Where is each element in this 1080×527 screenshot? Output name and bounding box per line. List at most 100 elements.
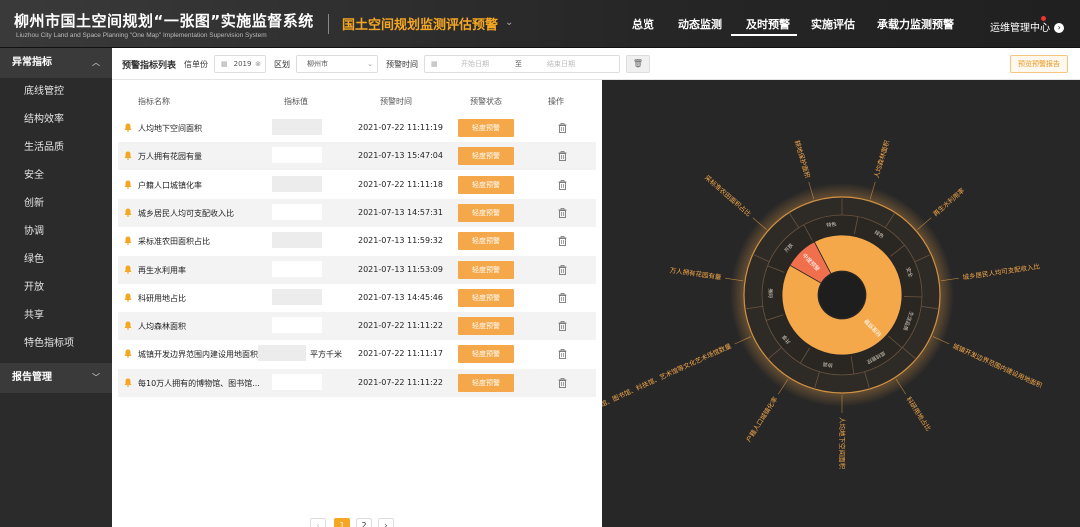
table-row[interactable]: 人均森林面积 2021-07-22 11:11:22 轻度预警 [118,312,596,341]
date-range-picker[interactable]: ▦ 开始日期 至 结束日期 [424,55,620,73]
sidebar-item[interactable]: 开放 [0,274,112,302]
delete-icon[interactable]: 🗑 [626,55,650,73]
warning-status-badge[interactable]: 轻度预警 [458,203,514,222]
indicator-value [272,175,322,192]
warning-status-badge[interactable]: 轻度预警 [458,317,514,336]
middle-label: 创新 [767,288,774,298]
indicator-value [272,373,322,390]
trash-icon[interactable] [558,236,567,247]
table-row[interactable]: 人均地下空间面积 2021-07-22 11:11:19 轻度预警 [118,114,596,142]
warning-status-badge[interactable]: 轻度预警 [458,175,514,194]
sidebar-item[interactable]: 创新 [0,190,112,218]
indicator-value [272,203,322,220]
trash-icon[interactable] [558,179,567,190]
nav-overview[interactable]: 总览 [632,16,654,32]
next-page-button[interactable]: › [378,518,394,527]
sidebar-item[interactable]: 生活品质 [0,134,112,162]
district-select[interactable]: 柳州市 ⌄ [296,55,378,73]
trash-icon[interactable] [558,123,567,133]
year-label: 信单份 [184,60,208,69]
arrow-right-icon: › [1054,23,1065,33]
bell-icon [124,208,132,217]
system-subtitle: Liuzhou City Land and Space Planning "On… [16,32,267,39]
sidebar-item[interactable]: 安全 [0,162,112,190]
warning-status-badge[interactable]: 轻度预警 [458,260,514,279]
sidebar-item[interactable]: 绿色 [0,246,112,274]
warning-time: 2021-07-22 11:11:19 [358,123,443,132]
warning-time: 2021-07-22 11:11:17 [358,349,443,359]
user-menu[interactable]: 运维管理中心 › [990,19,1065,34]
warning-time: 2021-07-13 11:53:09 [358,264,443,274]
sidebar: 异常指标 ︿ 底线管控 结构效率 生活品质 安全 创新 协调 绿色 开放 共享 … [0,48,112,527]
trash-icon[interactable] [558,292,567,303]
warning-status-badge[interactable]: 轻度预警 [458,119,514,137]
col-action: 操作 [548,97,564,106]
nav-timely-warning[interactable]: 及时预警 [746,16,790,32]
warning-time: 2021-07-13 11:59:32 [358,236,443,246]
bell-icon [124,321,132,330]
prev-page-button[interactable]: ‹ [310,518,326,527]
table-row[interactable]: 科研用地占比 2021-07-13 14:45:46 轻度预警 [118,284,596,312]
indicator-name: 人均森林面积 [138,322,186,332]
trash-icon[interactable] [558,321,567,332]
col-time: 预警时间 [380,97,412,106]
middle-label: 特色 [826,221,837,229]
clear-icon: ⊗ [255,60,261,68]
trash-icon[interactable] [558,207,567,218]
app-root: 柳州市国土空间规划“一张图”实施监督系统 Liuzhou City Land a… [0,0,1080,527]
outer-label: 再生水利用率 [931,185,967,218]
warning-status-badge[interactable]: 轻度预警 [458,345,514,364]
warning-time: 2021-07-22 11:11:22 [358,321,443,331]
table-row[interactable]: 再生水利用率 2021-07-13 11:53:09 轻度预警 [118,255,596,284]
chevron-down-icon: ⌄ [367,60,373,68]
outer-label: 采标准农田面积占比 [703,173,753,218]
bell-icon [124,293,132,302]
sidebar-item[interactable]: 协调 [0,218,112,246]
sidebar-group-report[interactable]: 报告管理 ﹀ [0,363,112,393]
sidebar-group-abnormal[interactable]: 异常指标 ︿ [0,48,112,78]
indicator-name: 城乡居民人均可支配收入比 [138,208,234,218]
warning-list-panel: 指标名称 指标值 预警时间 预警状态 操作 人均地下空间面积 2021-07-22… [112,80,602,527]
table-row[interactable]: 采标准农田面积占比 2021-07-13 11:59:32 轻度预警 [118,227,596,255]
indicator-name: 人均地下空间面积 [138,124,202,133]
table-row[interactable]: 每10万人拥有的博物馆、图书馆... 2021-07-22 11:11:22 轻度预… [118,368,596,397]
calendar-icon: ▦ [431,60,438,68]
table-row[interactable]: 城镇开发边界范围内建设用地面积 平方千米 2021-07-22 11:11:17 轻度… [118,340,596,368]
warning-sunburst-chart: 绿色 安全 生活品质 底线管控 协调 共享 创新 开放 特色 轻度预警 中度预警 人均森林面积 再生水利… [602,80,1080,527]
user-name: 运维管理中心 [990,23,1050,34]
indicator-name: 采标准农田面积占比 [138,237,210,247]
year-select[interactable]: ▦ 2019 ⊗ [214,55,266,73]
trash-icon[interactable] [558,349,567,360]
sidebar-item[interactable]: 结构效率 [0,106,112,134]
warning-time: 2021-07-13 14:45:46 [358,292,443,302]
warning-status-badge[interactable]: 轻度预警 [458,373,514,392]
page-2-button[interactable]: 2 [356,518,372,527]
sidebar-item[interactable]: 共享 [0,302,112,330]
nav-implementation-eval[interactable]: 实施评估 [811,16,855,32]
warning-status-badge[interactable]: 轻度预警 [458,288,514,307]
page-1-button[interactable]: 1 [334,518,350,527]
nav-dynamic-monitor[interactable]: 动态监测 [678,16,722,32]
col-value: 指标值 [284,97,308,106]
bell-icon [124,236,132,246]
warning-status-badge[interactable]: 轻度预警 [458,147,514,166]
outer-label: 科研用地占比 [905,395,934,433]
table-row[interactable]: 户籍人口城镇化率 2021-07-22 11:11:18 轻度预警 [118,171,596,199]
trash-icon[interactable] [558,264,567,275]
generate-report-button[interactable]: 预览预警报告 [1010,55,1068,73]
trash-icon[interactable] [558,151,567,162]
outer-label: 城镇开发边界范围内建设用地面积 [951,341,1044,390]
end-date-input[interactable]: 结束日期 [547,56,575,72]
nav-capacity-warning[interactable]: 承载力监测预警 [877,16,954,32]
trash-icon[interactable] [558,377,567,388]
table-row[interactable]: 城乡居民人均可支配收入比 2021-07-13 14:57:31 轻度预警 [118,198,596,227]
warning-status-badge[interactable]: 轻度预警 [458,232,514,251]
indicator-value [272,119,322,135]
module-title[interactable]: 国土空间规划监测评估预警 [342,14,498,33]
indicator-value [258,345,306,362]
sidebar-item[interactable]: 底线管控 [0,78,112,106]
start-date-input[interactable]: 开始日期 [461,56,489,72]
table-row[interactable]: 万人拥有花园有量 2021-07-13 15:47:04 轻度预警 [118,142,596,171]
chevron-down-icon[interactable]: ⌄ [505,17,513,28]
sidebar-item[interactable]: 特色指标项 [0,330,112,358]
